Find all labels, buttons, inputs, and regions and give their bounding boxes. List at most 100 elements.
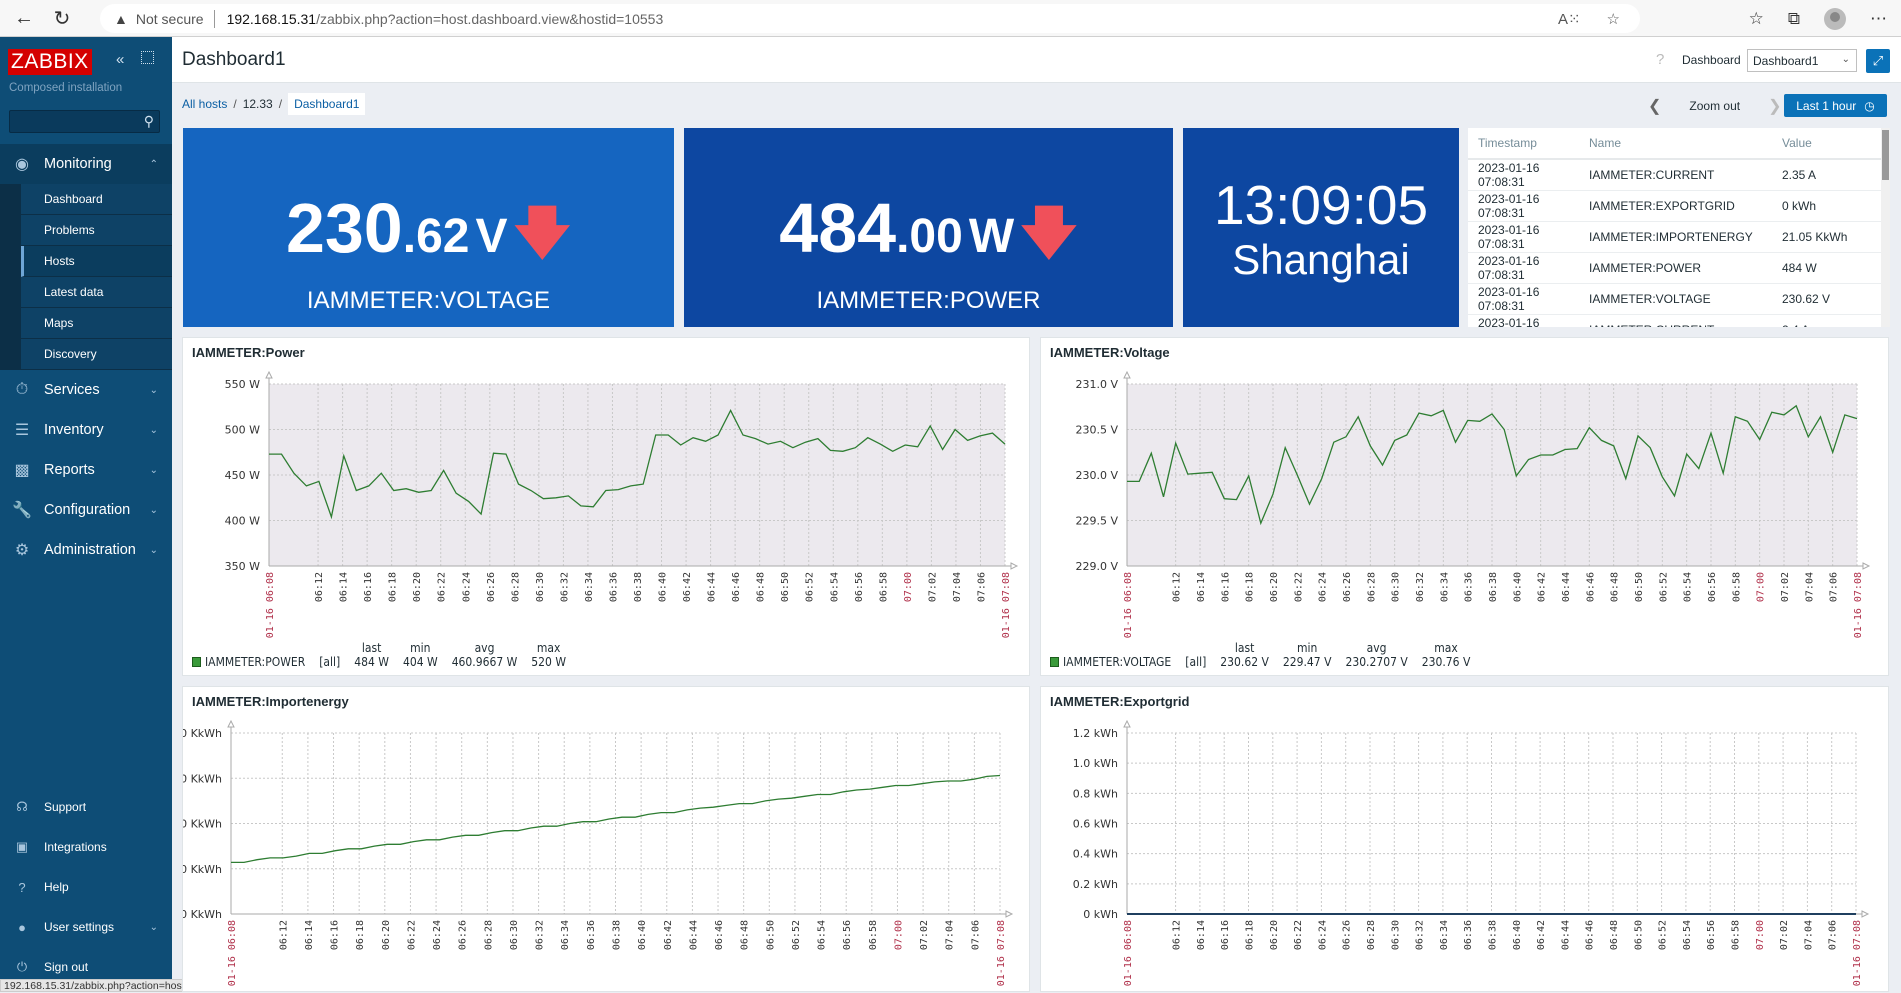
legend-value: 230.76 V xyxy=(1421,655,1471,669)
cell-name[interactable]: IAMMETER:IMPORTENERGY xyxy=(1589,230,1782,244)
item-value-widget-voltage[interactable]: 230.62 V 🡇 IAMMETER:VOLTAGE xyxy=(183,128,674,327)
graph-canvas[interactable]: 1.2 kWh 1.0 kWh 0.8 kWh 0.6 kWh 0.4 kWh 0.2 k… xyxy=(1041,687,1890,993)
x-tick-label: 06:58 xyxy=(1731,920,1742,950)
value-integer: 230 xyxy=(285,189,403,267)
column-timestamp[interactable]: Timestamp xyxy=(1468,136,1589,150)
x-tick-label: 06:28 xyxy=(510,572,521,602)
y-axis-arrow xyxy=(227,719,235,728)
x-tick-label: 06:48 xyxy=(1609,920,1620,950)
help-icon[interactable]: ? xyxy=(1656,51,1664,68)
kiosk-mode-icon[interactable] xyxy=(141,51,154,64)
submenu-maps[interactable]: Maps xyxy=(21,308,172,339)
time-back-icon[interactable]: ❮ xyxy=(1648,96,1661,116)
x-tick-label: 06:42 xyxy=(663,920,674,950)
graph-canvas[interactable]: 21.0490 KkWh 21.0490 KkWh 21.0490 KkWh 21.0… xyxy=(183,687,1031,993)
value-integer: 484 xyxy=(779,189,897,267)
submenu-discovery[interactable]: Discovery xyxy=(21,339,172,370)
x-tick-label: 06:46 xyxy=(1585,920,1596,950)
cell-name[interactable]: IAMMETER:CURRENT xyxy=(1589,323,1782,327)
more-icon[interactable]: ⋯ xyxy=(1870,9,1887,29)
x-tick-label: 06:50 xyxy=(1633,920,1644,950)
x-axis-arrow xyxy=(1005,910,1014,918)
dashboard-select[interactable]: Dashboard1 ⌄ xyxy=(1747,49,1857,72)
search-input[interactable]: ⚲ xyxy=(9,110,160,133)
column-name[interactable]: Name xyxy=(1589,136,1782,150)
cell-name[interactable]: IAMMETER:VOLTAGE xyxy=(1589,292,1782,306)
x-tick-label: 06:26 xyxy=(1342,572,1353,602)
menu-help[interactable]: ? Help xyxy=(0,867,172,907)
item-value-widget-power[interactable]: 484.00 W 🡇 IAMMETER:POWER xyxy=(684,128,1173,327)
menu-label: Reports xyxy=(44,462,95,478)
x-tick-label: 06:14 xyxy=(1196,572,1207,602)
y-tick-label: 229.0 V xyxy=(1075,560,1118,573)
x-tick-label: 06:22 xyxy=(1293,920,1304,950)
submenu-dashboard[interactable]: Dashboard xyxy=(21,184,172,215)
menu-services[interactable]: ⏱ Services ⌄ xyxy=(0,370,172,410)
collections-icon[interactable]: ⧉ xyxy=(1788,9,1800,29)
stopwatch-icon: ⏱ xyxy=(15,381,29,398)
x-tick-label: 06:14 xyxy=(339,572,350,602)
zoom-out-button[interactable]: Zoom out xyxy=(1689,99,1740,113)
graph-legend: IAMMETER:POWER [all] last 484 Wmin 404 Wavg 4… xyxy=(192,641,566,669)
y-tick-label: 231.0 V xyxy=(1075,378,1118,391)
expand-icon: ⤢ xyxy=(1872,53,1884,68)
submenu-latest-data[interactable]: Latest data xyxy=(21,277,172,308)
y-tick-label: 230.5 V xyxy=(1075,424,1118,437)
y-tick-label: 550 W xyxy=(225,378,260,391)
y-tick-label: 0 kWh xyxy=(1083,908,1118,921)
x-tick-label: 06:36 xyxy=(586,920,597,950)
y-tick-label: 0.4 kWh xyxy=(1073,848,1118,861)
menu-administration[interactable]: ⚙ Administration ⌄ xyxy=(0,530,172,570)
time-period-button[interactable]: Last 1 hour ◷ xyxy=(1784,94,1887,117)
time-forward-icon[interactable]: ❯ xyxy=(1768,96,1781,116)
menu-reports[interactable]: ▩ Reports ⌄ xyxy=(0,450,172,490)
graph-canvas[interactable]: 231.0 V 230.5 V 230.0 V 229.5 V 229.0 V 01-16… xyxy=(1041,338,1890,677)
menu-support[interactable]: ☊ Support xyxy=(0,787,172,827)
menu-user-settings[interactable]: ● User settings ⌄ xyxy=(0,907,172,947)
graph-canvas[interactable]: 550 W 500 W 450 W 400 W 350 W 01-16 06:08 06:1… xyxy=(183,338,1031,677)
submenu-problems[interactable]: Problems xyxy=(21,215,172,246)
x-tick-label: 06:18 xyxy=(355,920,366,950)
back-icon[interactable]: ← xyxy=(10,4,38,32)
menu-inventory[interactable]: ☰ Inventory ⌄ xyxy=(0,410,172,450)
cell-name[interactable]: IAMMETER:EXPORTGRID xyxy=(1589,199,1782,213)
column-value[interactable]: Value xyxy=(1782,136,1872,150)
reload-icon[interactable]: ↻ xyxy=(48,4,76,32)
y-tick-label: 1.2 kWh xyxy=(1073,727,1118,740)
clock-widget[interactable]: 13:09:05 Shanghai xyxy=(1183,128,1459,327)
search-icon[interactable]: ⚲ xyxy=(144,113,154,130)
read-aloud-icon[interactable]: A⁙ xyxy=(1558,10,1581,28)
fullscreen-button[interactable]: ⤢ xyxy=(1866,49,1890,73)
legend-max: max 230.76 V xyxy=(1422,641,1471,669)
x-tick-label: 06:50 xyxy=(1634,572,1645,602)
legend-header: avg xyxy=(474,641,495,655)
menu-monitoring[interactable]: ◉ Monitoring ⌃ xyxy=(0,144,172,184)
breadcrumb-all-hosts[interactable]: All hosts xyxy=(182,97,227,111)
collapse-sidebar-icon[interactable]: « xyxy=(116,51,124,68)
breadcrumb-dashboard[interactable]: Dashboard1 xyxy=(288,93,366,115)
add-favorite-icon[interactable]: ☆ xyxy=(1607,10,1620,28)
url-host: 192.168.15.31 xyxy=(226,10,317,27)
address-bar[interactable]: ▲ Not secure 192.168.15.31/zabbix.php?ac… xyxy=(100,4,1640,33)
scrollbar[interactable] xyxy=(1881,128,1890,327)
menu-configuration[interactable]: 🔧 Configuration ⌄ xyxy=(0,490,172,530)
menu-integrations[interactable]: ▣ Integrations xyxy=(0,827,172,867)
x-tick-label: 01-16 06:08 xyxy=(227,920,238,986)
menu-label: Monitoring xyxy=(44,156,112,172)
x-tick-label: 01-16 06:08 xyxy=(1123,572,1134,638)
value-unit: W xyxy=(968,210,1015,263)
x-tick-label: 01-16 07:08 xyxy=(996,920,1007,986)
cell-name[interactable]: IAMMETER:POWER xyxy=(1589,261,1782,275)
x-tick-label: 07:06 xyxy=(1828,920,1839,950)
submenu-hosts[interactable]: Hosts xyxy=(21,246,172,277)
x-tick-label: 06:36 xyxy=(1464,572,1475,602)
x-tick-label: 01-16 06:08 xyxy=(265,572,276,638)
favorites-icon[interactable]: ☆ xyxy=(1749,9,1764,29)
warning-icon: ▲ xyxy=(114,10,128,27)
wrench-icon: 🔧 xyxy=(12,502,32,519)
zabbix-logo[interactable]: ZABBIX xyxy=(8,49,92,75)
profile-avatar[interactable] xyxy=(1824,7,1846,30)
cell-name[interactable]: IAMMETER:CURRENT xyxy=(1589,168,1782,182)
scrollbar-thumb[interactable] xyxy=(1882,130,1889,180)
x-tick-label: 06:42 xyxy=(1537,572,1548,602)
